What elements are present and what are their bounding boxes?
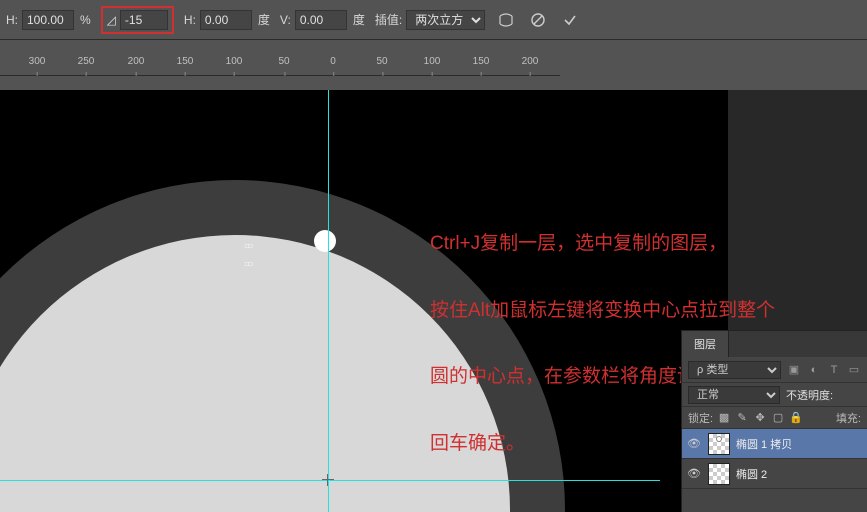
lock-position-icon[interactable]: ✥	[753, 411, 767, 424]
horizontal-ruler: 300 250 200 150 100 50 0 50 100 150 200	[0, 54, 560, 76]
layers-panel: 图层 ρ 类型 ▣ ◐ T ▭ 正常 不透明度: 锁定: ▩ ✎ ✥ ▢ 🔒 填…	[681, 330, 867, 512]
visibility-toggle-icon[interactable]: 👁	[686, 467, 702, 480]
ruler-tick: 250	[78, 56, 95, 67]
layer-thumbnail[interactable]	[708, 433, 730, 455]
height-unit: %	[80, 13, 91, 27]
layer-filter-select[interactable]: ρ 类型	[688, 361, 781, 379]
annotation-line: 按住Alt加鼠标左键将变换中心点拉到整个	[430, 300, 775, 321]
layer-filter-row: ρ 类型 ▣ ◐ T ▭	[682, 357, 867, 383]
height-input[interactable]	[22, 10, 74, 30]
transform-options-bar: H: % ◿ H: 度 V: 度 插值: 两次立方	[0, 0, 867, 40]
lock-label: 锁定:	[688, 410, 713, 426]
filter-image-icon[interactable]: ▣	[787, 363, 801, 376]
opacity-label: 不透明度:	[786, 387, 833, 403]
rotation-angle-group: ◿	[101, 6, 174, 34]
vskew-input[interactable]	[295, 10, 347, 30]
hskew-unit: 度	[258, 11, 270, 28]
panel-tabs: 图层	[682, 331, 867, 357]
interpolation-label: 插值:	[375, 11, 402, 28]
horizontal-guide[interactable]	[0, 480, 660, 481]
vskew-group: V: 度	[280, 10, 365, 30]
ruler-tick: 0	[330, 56, 336, 67]
hskew-input[interactable]	[200, 10, 252, 30]
rotation-angle-input[interactable]	[120, 10, 168, 30]
layer-name[interactable]: 椭圆 2	[736, 466, 863, 482]
warp-mode-button[interactable]	[495, 9, 517, 31]
layer-thumbnail[interactable]	[708, 463, 730, 485]
lock-row: 锁定: ▩ ✎ ✥ ▢ 🔒 填充:	[682, 407, 867, 429]
blend-mode-select[interactable]: 正常	[688, 386, 780, 404]
hskew-group: H: 度	[184, 10, 270, 30]
vertical-guide[interactable]	[328, 90, 329, 512]
visibility-toggle-icon[interactable]: 👁	[686, 437, 702, 450]
fill-label: 填充:	[836, 410, 861, 426]
interpolation-group: 插值: 两次立方	[375, 10, 485, 30]
filter-adjust-icon[interactable]: ◐	[807, 364, 821, 376]
ruler-tick: 100	[226, 56, 243, 67]
height-label: H:	[6, 13, 18, 27]
ruler-tick: 100	[424, 56, 441, 67]
ruler-tick: 200	[128, 56, 145, 67]
ruler-tick: 150	[177, 56, 194, 67]
hskew-label: H:	[184, 13, 196, 27]
lock-all-icon[interactable]: 🔒	[789, 411, 803, 424]
vskew-label: V:	[280, 13, 291, 27]
vskew-unit: 度	[353, 11, 365, 28]
annotation-line: 回车确定。	[430, 433, 525, 454]
ruler-tick: 50	[278, 56, 289, 67]
height-field-group: H: %	[6, 10, 91, 30]
commit-transform-button[interactable]	[559, 9, 581, 31]
cancel-transform-button[interactable]	[527, 9, 549, 31]
annotation-line: Ctrl+J复制一层，选中复制的图层，	[430, 233, 727, 254]
ruler-tick: 50	[376, 56, 387, 67]
interpolation-select[interactable]: 两次立方	[406, 10, 485, 30]
tab-layers[interactable]: 图层	[682, 331, 729, 357]
lock-artboard-icon[interactable]: ▢	[771, 411, 785, 424]
filter-shape-icon[interactable]: ▭	[847, 363, 861, 376]
layer-item[interactable]: 👁 椭圆 1 拷贝	[682, 429, 867, 459]
layer-item[interactable]: 👁 椭圆 2	[682, 459, 867, 489]
ruler-tick: 300	[29, 56, 46, 67]
white-dot-shape	[314, 230, 336, 252]
layer-name[interactable]: 椭圆 1 拷贝	[736, 436, 863, 452]
angle-icon: ◿	[107, 13, 116, 27]
filter-type-icon[interactable]: T	[827, 364, 841, 376]
transform-pivot-icon[interactable]: ▫▫▫▫	[244, 238, 272, 262]
ruler-tick: 200	[522, 56, 539, 67]
ruler-tick: 150	[473, 56, 490, 67]
lock-pixels-icon[interactable]: ▩	[717, 411, 731, 424]
blend-row: 正常 不透明度:	[682, 383, 867, 407]
lock-paint-icon[interactable]: ✎	[735, 411, 749, 424]
